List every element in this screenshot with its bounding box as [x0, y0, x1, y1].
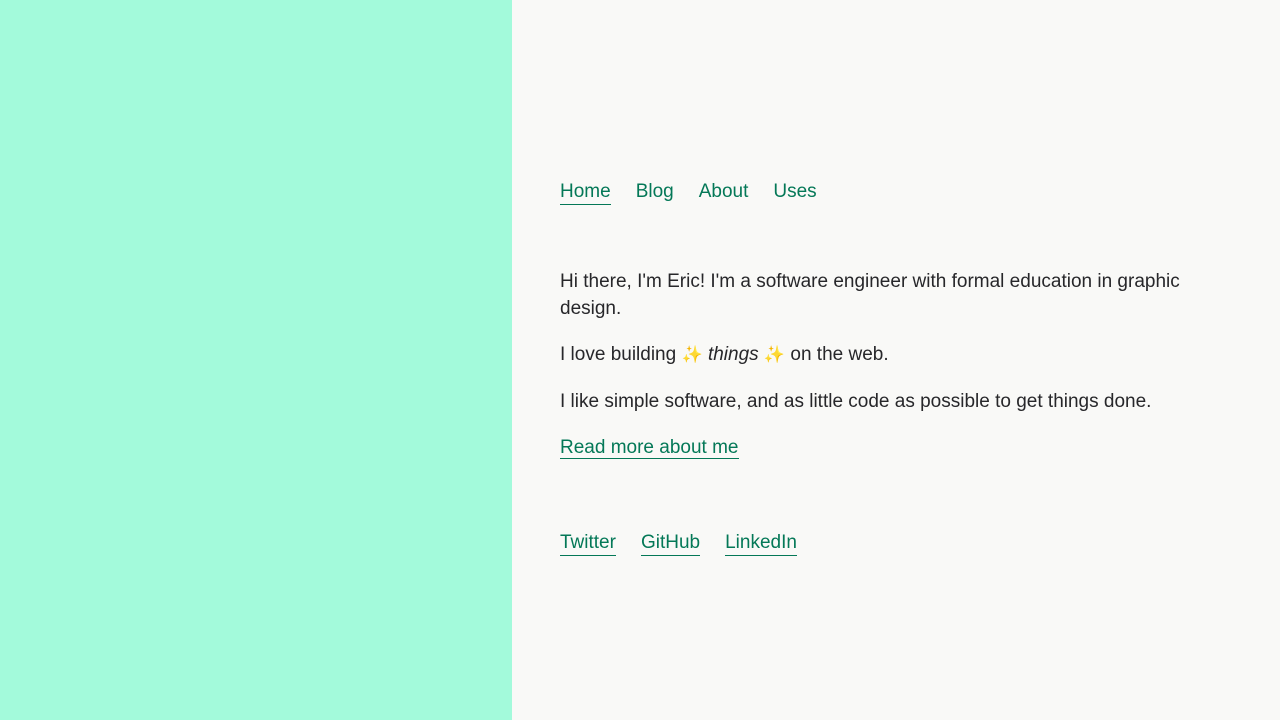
page-layout: Home Blog About Uses Hi there, I'm Eric!…	[0, 0, 1280, 720]
nav-link-about[interactable]: About	[699, 180, 749, 205]
intro-paragraph-3: I like simple software, and as little co…	[560, 391, 1152, 412]
social-link-twitter[interactable]: Twitter	[560, 531, 616, 556]
intro-section: Hi there, I'm Eric! I'm a software engin…	[560, 268, 1200, 461]
intro-paragraph-2: I love building ✨ things ✨ on the web.	[560, 341, 1200, 369]
main-panel: Home Blog About Uses Hi there, I'm Eric!…	[512, 0, 1280, 720]
sparkle-icon: ✨	[681, 345, 703, 365]
sparkle-icon: ✨	[763, 345, 786, 365]
intro-paragraph-1: Hi there, I'm Eric! I'm a software engin…	[560, 271, 1180, 319]
decorative-color-panel	[0, 0, 512, 720]
nav-link-blog[interactable]: Blog	[636, 180, 674, 205]
read-more-paragraph: Read more about me	[560, 434, 1200, 461]
read-more-link[interactable]: Read more about me	[560, 437, 739, 459]
primary-nav: Home Blog About Uses	[560, 180, 1200, 205]
main-content: Home Blog About Uses Hi there, I'm Eric!…	[560, 180, 1200, 556]
intro-text-after: on the web.	[790, 344, 889, 365]
intro-text-before: I love building	[560, 344, 677, 365]
social-link-linkedin[interactable]: LinkedIn	[725, 531, 797, 556]
social-links: Twitter GitHub LinkedIn	[560, 531, 1200, 556]
emphasis-text: things	[707, 344, 759, 365]
nav-link-uses[interactable]: Uses	[773, 180, 816, 205]
social-link-github[interactable]: GitHub	[640, 531, 701, 556]
nav-link-home[interactable]: Home	[560, 180, 611, 205]
